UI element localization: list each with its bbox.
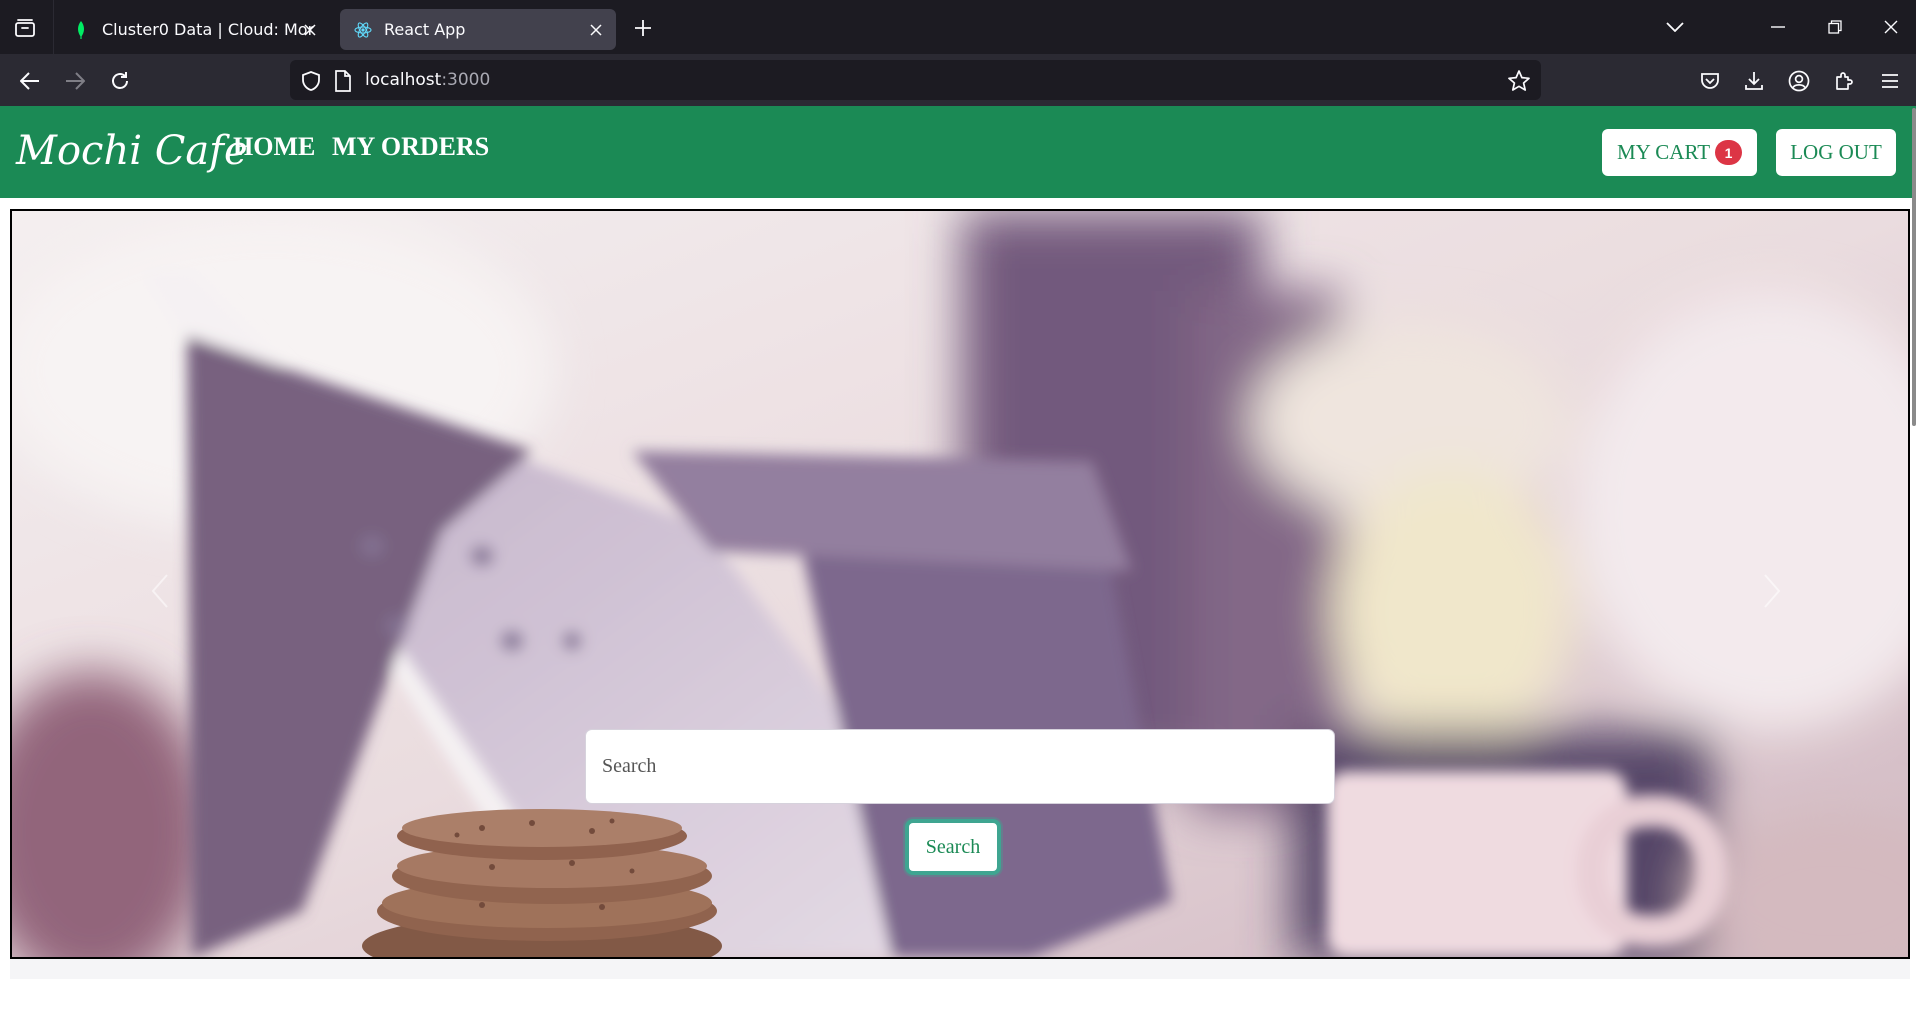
brand-logo-text[interactable]: Mochi Cafe <box>16 128 248 174</box>
site-header: Mochi Cafe HOME MY ORDERS MY CART 1 LOG … <box>0 106 1916 198</box>
app-menu-hamburger-icon[interactable] <box>1876 67 1904 95</box>
account-icon[interactable] <box>1785 67 1813 95</box>
back-arrow-icon[interactable] <box>16 67 44 95</box>
url-text[interactable]: localhost:3000 <box>365 70 490 90</box>
tab-overflow-chevron-icon[interactable] <box>1660 13 1690 41</box>
url-port: :3000 <box>441 70 491 90</box>
nav-my-orders-link[interactable]: MY ORDERS <box>332 132 489 162</box>
tab-separator <box>53 0 54 54</box>
log-out-button[interactable]: LOG OUT <box>1776 129 1896 176</box>
close-tab-icon[interactable] <box>586 20 606 40</box>
nav-home-link[interactable]: HOME <box>233 132 315 162</box>
my-cart-button[interactable]: MY CART 1 <box>1602 129 1757 176</box>
url-host: localhost <box>365 70 442 90</box>
search-input[interactable] <box>585 729 1335 804</box>
restore-icon[interactable] <box>1820 13 1850 41</box>
page-info-icon[interactable] <box>334 70 354 92</box>
pocket-icon[interactable] <box>1696 67 1724 95</box>
tab-react-app[interactable]: React App <box>340 9 616 50</box>
page-scrollbar[interactable] <box>1912 108 1916 426</box>
bookmark-star-icon[interactable] <box>1507 69 1531 93</box>
react-atom-icon <box>354 21 372 39</box>
new-tab-plus-icon[interactable] <box>630 15 656 41</box>
browser-nav-bar: localhost:3000 <box>0 54 1916 106</box>
minimize-icon[interactable] <box>1763 13 1793 41</box>
tab-title: Cluster0 Data | Cloud: MongoDB Cloud <box>102 20 314 39</box>
address-bar[interactable]: localhost:3000 <box>290 60 1541 100</box>
carousel-next-chevron-icon[interactable] <box>1757 571 1787 611</box>
extensions-puzzle-icon[interactable] <box>1830 67 1858 95</box>
search-button[interactable]: Search <box>905 819 1001 875</box>
tab-title: React App <box>384 20 466 39</box>
close-tab-icon[interactable] <box>300 20 320 40</box>
reload-icon[interactable] <box>106 67 134 95</box>
my-cart-label: MY CART <box>1616 140 1711 164</box>
list-all-tabs-icon[interactable] <box>12 15 38 41</box>
mongodb-leaf-icon <box>72 20 90 39</box>
tracking-protection-shield-icon[interactable] <box>300 70 322 92</box>
carousel-prev-chevron-icon[interactable] <box>145 571 175 611</box>
downloads-icon[interactable] <box>1740 67 1768 95</box>
close-window-icon[interactable] <box>1876 13 1906 41</box>
browser-tab-bar: Cluster0 Data | Cloud: MongoDB Cloud Rea… <box>0 0 1916 54</box>
forward-arrow-icon[interactable] <box>61 67 89 95</box>
cart-count-badge: 1 <box>1715 140 1743 165</box>
page-content-below-carousel <box>10 959 1910 979</box>
tab-mongodb[interactable]: Cluster0 Data | Cloud: MongoDB Cloud <box>58 9 330 50</box>
